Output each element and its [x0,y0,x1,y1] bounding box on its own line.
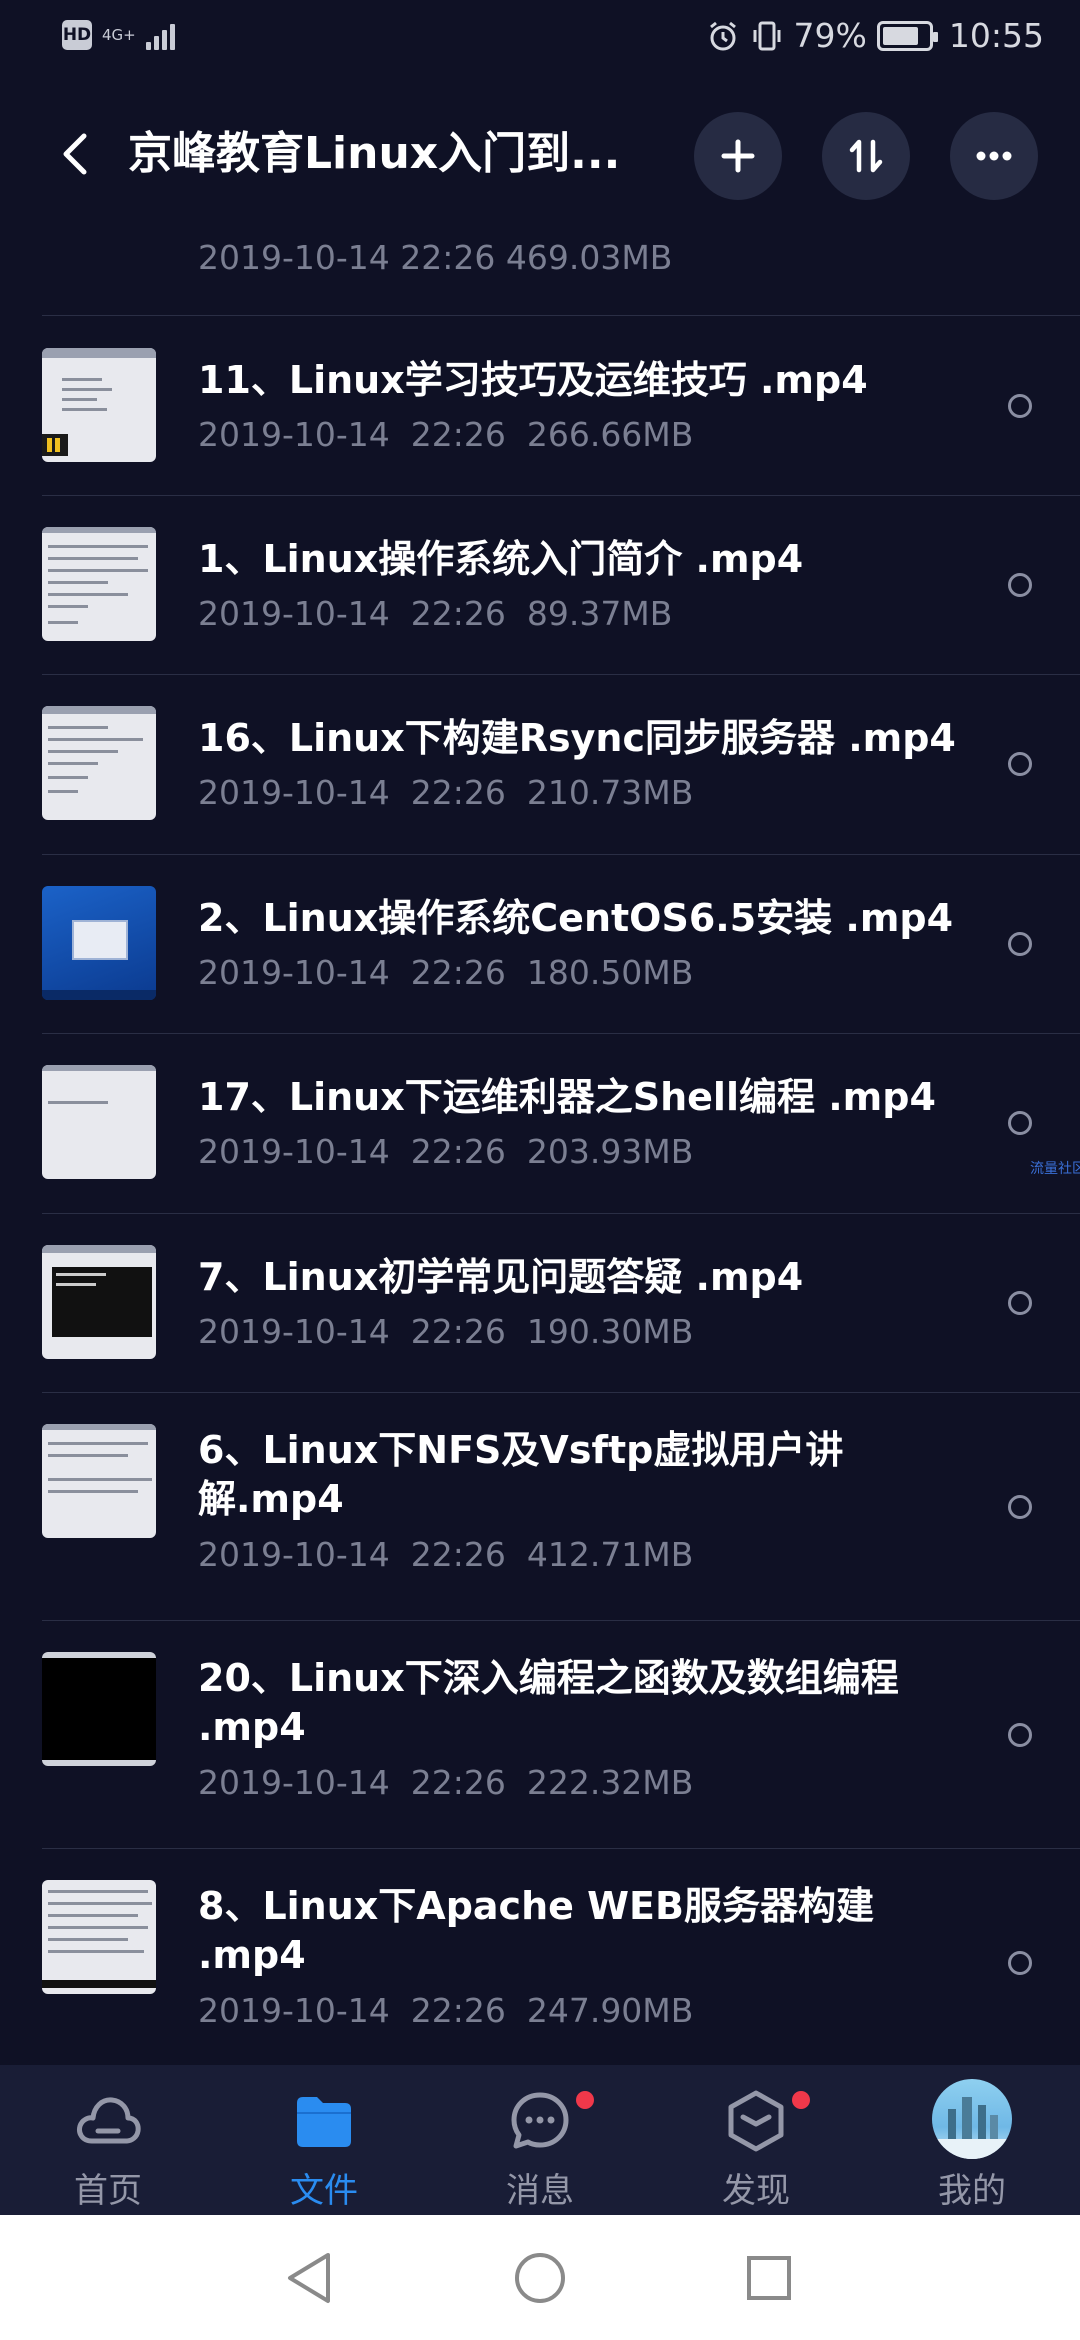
file-meta: 2019-10-14 22:26 247.90MB [198,1991,694,2030]
list-item[interactable]: 16、Linux下构建Rsync同步服务器 .mp4 2019-10-14 22… [0,674,1080,854]
plus-icon [721,139,755,173]
file-meta: 2019-10-14 22:26 203.93MB [198,1132,694,1171]
nav-label: 消息 [506,2171,574,2211]
back-button[interactable] [44,122,108,186]
system-nav-bar [0,2215,1080,2340]
back-icon [63,133,87,175]
file-meta: 2019-10-14 22:26 266.66MB [198,415,694,454]
system-home-button[interactable] [505,2243,575,2313]
file-meta: 2019-10-14 22:26 210.73MB [198,773,694,812]
file-meta: 2019-10-14 22:26 190.30MB [198,1312,694,1351]
sort-button[interactable] [822,112,910,200]
file-thumbnail [42,1065,156,1179]
nav-label: 我的 [938,2171,1006,2211]
list-item[interactable]: 8、Linux下Apache WEB服务器构建 .mp4 2019-10-14 … [0,1848,1080,2065]
file-thumbnail [42,348,156,462]
status-left: HD 4G+ [62,20,175,50]
list-item[interactable]: 1、Linux操作系统入门简介 .mp4 2019-10-14 22:26 89… [0,495,1080,674]
file-thumbnail [42,706,156,820]
list-item[interactable]: 20、Linux下深入编程之函数及数组编程 .mp4 2019-10-14 22… [0,1620,1080,1848]
battery-level [882,26,918,45]
folder-icon [288,2085,360,2157]
nav-label: 首页 [74,2171,142,2211]
page-title: 京峰教育Linux入门到... [128,128,621,179]
nav-messages[interactable]: 消息 [432,2065,648,2215]
select-radio[interactable] [1008,1291,1032,1315]
nav-files[interactable]: 文件 [216,2065,432,2215]
clock: 10:55 [948,16,1044,55]
file-meta: 2019-10-14 22:26 469.03MB [198,238,673,277]
file-name: 8、Linux下Apache WEB服务器构建 .mp4 [198,1884,874,1977]
file-name: 11、Linux学习技巧及运维技巧 .mp4 [198,358,868,402]
select-radio[interactable] [1008,1951,1032,1975]
file-name: 2、Linux操作系统CentOS6.5安装 .mp4 [198,896,954,940]
list-item[interactable]: 2、Linux操作系统CentOS6.5安装 .mp4 2019-10-14 2… [0,854,1080,1033]
battery-percent: 79% [793,16,867,55]
select-radio[interactable] [1008,932,1032,956]
select-radio[interactable] [1008,1495,1032,1519]
file-name: 16、Linux下构建Rsync同步服务器 .mp4 [198,716,956,760]
file-name: 20、Linux下深入编程之函数及数组编程 .mp4 [198,1656,899,1749]
file-thumbnail [42,886,156,1000]
nav-home[interactable]: 首页 [0,2065,216,2215]
file-name: 17、Linux下运维利器之Shell编程 .mp4 [198,1075,936,1119]
select-radio[interactable] [1008,752,1032,776]
status-bar: HD 4G+ 79% 10:55 [0,0,1080,80]
select-radio[interactable] [1008,573,1032,597]
file-meta: 2019-10-14 22:26 180.50MB [198,953,694,992]
nav-label: 文件 [290,2171,358,2211]
nav-label: 发现 [722,2171,790,2211]
more-icon [976,151,1012,161]
signal-icon [145,20,175,50]
select-radio[interactable] [1008,1723,1032,1747]
cube-icon [720,2085,792,2157]
sort-icon [849,139,883,173]
hd-badge: HD [62,20,92,50]
file-meta: 2019-10-14 22:26 222.32MB [198,1763,694,1802]
triangle-back-icon [288,2253,330,2303]
file-name: 7、Linux初学常见问题答疑 .mp4 [198,1255,804,1299]
discover-badge [792,2091,810,2109]
battery-icon [876,20,938,51]
select-radio[interactable] [1008,394,1032,418]
nav-profile[interactable]: 我的 [864,2065,1080,2215]
watermark: 流量社区 [1030,1161,1080,1177]
file-name: 6、Linux下NFS及Vsftp虚拟用户讲解.mp4 [198,1428,844,1521]
file-meta: 2019-10-14 22:26 412.71MB [198,1535,694,1574]
status-right: 79% 10:55 [706,16,1044,55]
list-item-partial[interactable]: 2019-10-14 22:26 469.03MB [0,210,1080,316]
file-meta: 2019-10-14 22:26 89.37MB [198,594,673,633]
vibrate-icon [753,21,781,50]
bottom-nav: 首页 文件 消息 发现 我的 [0,2065,1080,2215]
more-button[interactable] [950,112,1038,200]
alarm-icon [709,21,736,50]
square-recents-icon [747,2256,791,2300]
avatar [932,2079,1012,2159]
file-thumbnail [42,1245,156,1359]
list-item[interactable]: 6、Linux下NFS及Vsftp虚拟用户讲解.mp4 2019-10-14 2… [0,1392,1080,1620]
list-item[interactable]: 17、Linux下运维利器之Shell编程 .mp4 2019-10-14 22… [0,1033,1080,1213]
nav-discover[interactable]: 发现 [648,2065,864,2215]
chat-icon [504,2085,576,2157]
file-name: 1、Linux操作系统入门简介 .mp4 [198,537,804,581]
list-item[interactable]: 11、Linux学习技巧及运维技巧 .mp4 2019-10-14 22:26 … [0,316,1080,495]
list-item[interactable]: 7、Linux初学常见问题答疑 .mp4 2019-10-14 22:26 19… [0,1213,1080,1392]
add-button[interactable] [694,112,782,200]
message-badge [576,2091,594,2109]
network-type: 4G+ [102,25,136,44]
system-recents-button[interactable] [734,2243,804,2313]
file-thumbnail [42,527,156,641]
file-list: 2019-10-14 22:26 469.03MB 11、Linux学习技巧及运… [0,210,1080,2065]
cloud-icon [72,2085,144,2157]
system-back-button[interactable] [274,2243,344,2313]
app-screen: HD 4G+ 79% 10:55 京峰教育Linux入门到... 2019-10… [0,0,1080,2340]
circle-home-icon [515,2253,565,2303]
file-thumbnail [42,1652,156,1766]
file-thumbnail [42,1424,156,1538]
file-thumbnail [42,1880,156,1994]
header: 京峰教育Linux入门到... [0,100,1080,210]
select-radio[interactable] [1008,1111,1032,1135]
